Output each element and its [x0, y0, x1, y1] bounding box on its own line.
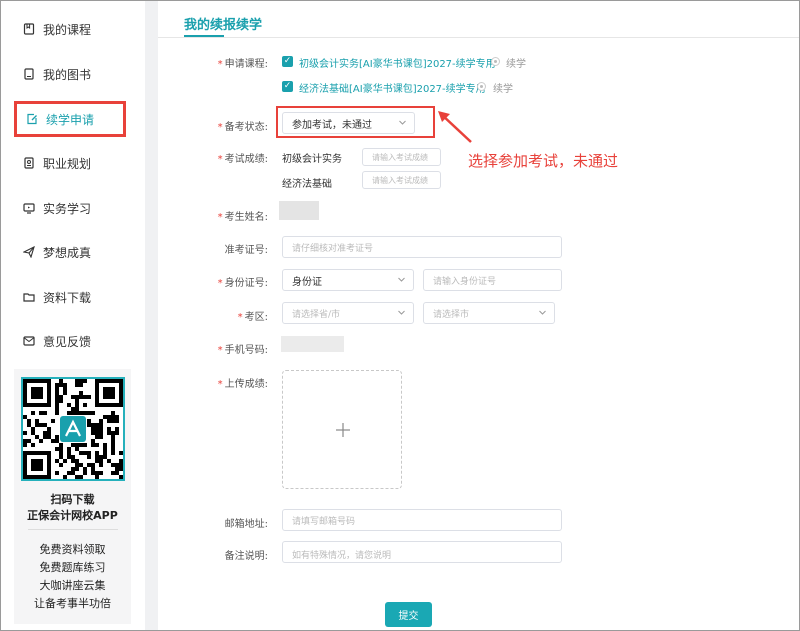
province-select[interactable]: 请选择省/市 — [282, 302, 414, 324]
sidebar-item-label: 实务学习 — [43, 201, 92, 216]
main-panel: 我的续报续学 * 申请课程: ✓ 初级会计实务[AI豪华书课包]2027-续学专用… — [158, 0, 800, 631]
course-1-radio-label: 续学 — [506, 59, 526, 70]
email-input[interactable]: 请填写邮箱号码 — [282, 509, 562, 531]
city-select[interactable]: 请选择市 — [423, 302, 555, 324]
chevron-down-icon — [397, 275, 406, 284]
name-label: * 考生姓名: — [217, 212, 268, 223]
submit-button[interactable]: 提交 — [385, 602, 432, 627]
annotation-text: 选择参加考试，未通过 — [468, 152, 619, 170]
upload-label: * 上传成绩: — [217, 379, 268, 390]
chevron-down-icon — [397, 308, 406, 317]
email-label: 邮箱地址: — [224, 519, 268, 530]
sidebar-item-my-courses[interactable]: 我的课程 — [14, 11, 126, 47]
paper-plane-icon — [23, 246, 35, 258]
note-textarea[interactable]: 如有特殊情况，请您说明 — [282, 541, 562, 563]
sidebar-item-label: 意见反馈 — [43, 334, 92, 349]
sidebar-item-label: 续学申请 — [46, 112, 95, 127]
id-label: * 身份证号: — [217, 278, 268, 289]
sidebar-item-label: 资料下载 — [43, 290, 92, 305]
course-2-name: 经济法基础[AI豪华书课包]2027-续学专用 — [299, 84, 486, 95]
plus-icon — [335, 422, 351, 438]
course-2-radio[interactable] — [477, 82, 486, 91]
annotation-arrow-icon — [438, 111, 472, 143]
folder-icon — [23, 291, 35, 303]
sidebar-item-downloads[interactable]: 资料下载 — [14, 279, 126, 315]
course-2-checkbox[interactable]: ✓ — [282, 81, 293, 92]
perk-text: 让备考事半功倍 — [34, 597, 111, 610]
sidebar-item-feedback[interactable]: 意见反馈 — [14, 323, 126, 359]
qr-caption-line1: 扫码下载 — [50, 493, 95, 506]
area-label: * 考区: — [237, 312, 268, 323]
bookmark-book-icon — [23, 23, 35, 35]
note-label: 备注说明: — [224, 551, 268, 562]
ticket-input[interactable]: 请仔细核对准考证号 — [282, 236, 562, 258]
sidebar-item-career[interactable]: 职业规划 — [14, 145, 126, 181]
course-1-name: 初级会计实务[AI豪华书课包]2027-续学专用 — [299, 59, 496, 70]
sidebar: 我的课程 我的图书 续学申请 职业规划 实务学习 梦想成真 资料下载 意见反馈 … — [0, 0, 145, 631]
edit-document-icon — [26, 113, 38, 125]
score-subject-1: 初级会计实务 — [282, 154, 342, 165]
upload-score-area[interactable] — [282, 370, 402, 489]
ticket-label: 准考证号: — [224, 245, 268, 256]
course-1-radio[interactable] — [491, 57, 500, 66]
id-number-input[interactable]: 请输入身份证号 — [423, 269, 562, 291]
sidebar-item-my-books[interactable]: 我的图书 — [14, 56, 126, 92]
perk-text: 大咖讲座云集 — [39, 579, 106, 592]
sidebar-item-label: 梦想成真 — [43, 245, 92, 260]
score-label: * 考试成绩: — [217, 154, 268, 165]
perk-text: 免费题库练习 — [39, 561, 106, 574]
id-type-select[interactable]: 身份证 — [282, 269, 414, 291]
sidebar-item-label: 我的课程 — [43, 22, 92, 37]
id-card-icon — [23, 157, 35, 169]
monitor-icon — [23, 202, 35, 214]
exam-status-label: * 备考状态: — [217, 122, 268, 133]
annotation-highlight-box — [276, 106, 435, 138]
sidebar-item-label: 职业规划 — [43, 156, 92, 171]
sidebar-item-practice[interactable]: 实务学习 — [14, 190, 126, 226]
divider — [158, 37, 800, 38]
score-subject-2: 经济法基础 — [282, 179, 332, 190]
tab-continue-study[interactable]: 我的续报续学 — [184, 14, 262, 33]
score-input-1[interactable]: 请输入考试成绩 — [362, 148, 441, 166]
book-icon — [23, 68, 35, 80]
phone-label: * 手机号码: — [217, 345, 268, 356]
qr-code — [21, 377, 125, 481]
course-1-checkbox[interactable]: ✓ — [282, 56, 293, 67]
sidebar-item-dream[interactable]: 梦想成真 — [14, 234, 126, 270]
phone-value-redacted — [281, 336, 344, 352]
app-download-card: 扫码下载 正保会计网校APP 免费资料领取 免费题库练习 大咖讲座云集 让备考事… — [14, 369, 131, 624]
score-input-2[interactable]: 请输入考试成绩 — [362, 171, 441, 189]
sidebar-item-label: 我的图书 — [43, 67, 92, 82]
divider — [28, 529, 118, 530]
course-label: * 申请课程: — [217, 59, 268, 70]
perk-text: 免费资料领取 — [39, 543, 106, 556]
chevron-down-icon — [538, 308, 547, 317]
course-2-radio-label: 续学 — [493, 84, 513, 95]
sidebar-item-continue-study[interactable]: 续学申请 — [14, 101, 126, 137]
qr-caption-line2: 正保会计网校APP — [27, 509, 118, 522]
message-icon — [23, 335, 35, 347]
name-value-redacted — [279, 201, 319, 220]
